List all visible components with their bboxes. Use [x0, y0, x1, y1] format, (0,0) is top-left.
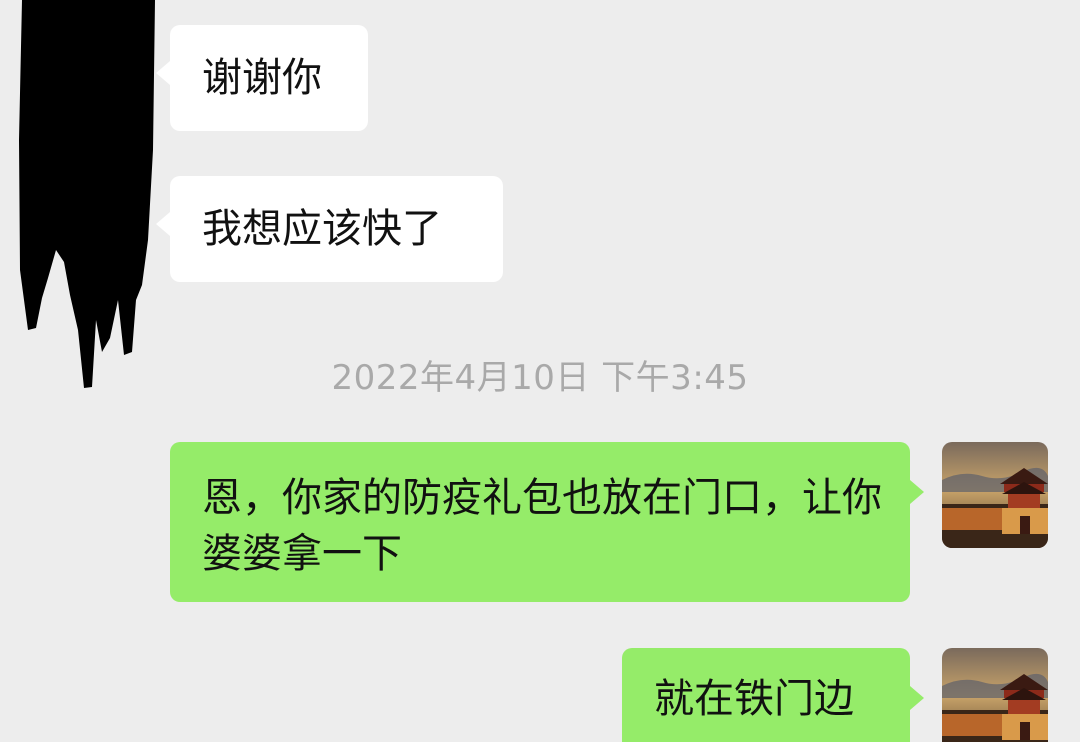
message-timestamp: 2022年4月10日 下午3:45 — [331, 358, 749, 398]
message-bubble-outgoing[interactable]: 就在铁门边 — [622, 648, 924, 742]
message-bubble-incoming[interactable]: 谢谢你 — [156, 25, 368, 131]
chat-window: 谢谢你 我想应该快了 2022年4月10日 下午3:45 恩，你家的防疫礼包也放… — [0, 0, 1080, 742]
message-bubble-incoming[interactable]: 我想应该快了 — [156, 176, 503, 282]
city-gate-sunset-avatar-icon — [942, 648, 1048, 742]
message-bubble-outgoing[interactable]: 恩，你家的防疫礼包也放在门口，让你婆婆拿一下 — [170, 442, 924, 602]
user-avatar[interactable] — [942, 442, 1048, 548]
city-gate-sunset-avatar-icon — [942, 442, 1048, 548]
redaction-mark — [19, 0, 155, 388]
user-avatar[interactable] — [942, 648, 1048, 742]
